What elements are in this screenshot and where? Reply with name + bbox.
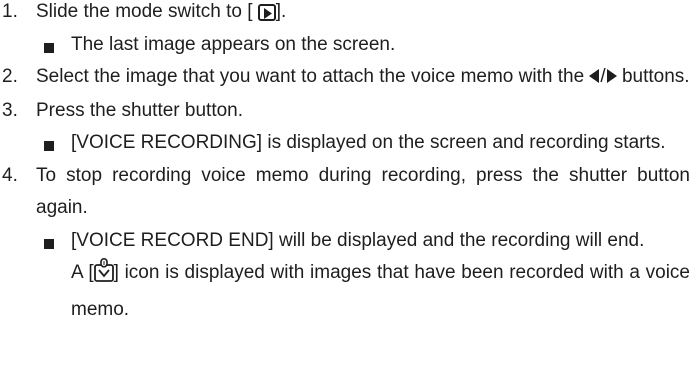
right-arrow-icon: [606, 62, 617, 95]
instructions-document: 1. Slide the mode switch to [ ]. The las…: [0, 0, 690, 326]
left-arrow-icon: [589, 62, 600, 95]
step-4-note: A [] icon is displayed with images that …: [0, 257, 690, 326]
bullet-icon: [44, 42, 54, 53]
step-1-bullet: The last image appears on the screen.: [0, 29, 690, 62]
note-text-end: ] icon is displayed with images that hav…: [71, 262, 691, 320]
bullet-icon: [44, 238, 54, 249]
bullet-icon: [44, 141, 54, 151]
step-number: 2.: [2, 66, 18, 87]
step-4: 4. To stop recording voice memo during r…: [0, 160, 690, 225]
step-text: Slide the mode switch to [: [36, 1, 253, 22]
playback-icon: [257, 4, 276, 21]
step-text-end: buttons.: [621, 66, 690, 87]
step-text: Select the image that you want to attach…: [36, 66, 585, 87]
step-2: 2. Select the image that you want to att…: [0, 61, 690, 95]
step-number: 4.: [2, 164, 18, 186]
step-text: To stop recording voice memo during reco…: [36, 164, 690, 219]
step-4-bullet: [VOICE RECORD END] will be displayed and…: [0, 225, 690, 258]
step-number: 1.: [2, 1, 18, 22]
bullet-text: [VOICE RECORDING] is displayed on the sc…: [71, 132, 666, 153]
voice-memo-icon: [93, 258, 114, 294]
bullet-text: The last image appears on the screen.: [71, 33, 396, 55]
step-text-end: ].: [275, 1, 287, 22]
step-3-bullet: [VOICE RECORDING] is displayed on the sc…: [0, 127, 690, 160]
step-3: 3. Press the shutter button.: [0, 95, 690, 128]
step-1: 1. Slide the mode switch to [ ].: [0, 0, 690, 29]
step-number: 3.: [2, 99, 18, 121]
step-text: Press the shutter button.: [36, 99, 244, 121]
note-text: A [: [71, 262, 94, 283]
bullet-text: [VOICE RECORD END] will be displayed and…: [71, 229, 645, 251]
